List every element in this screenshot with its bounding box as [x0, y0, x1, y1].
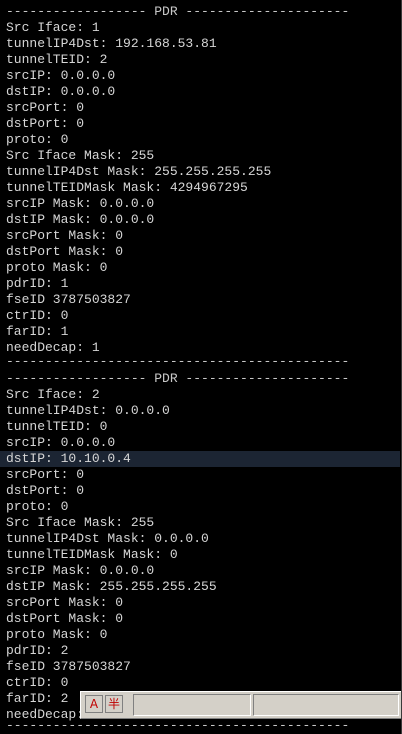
- terminal-line: srcPort: 0: [6, 467, 85, 482]
- terminal-line: tunnelTEIDMask Mask: 4294967295: [6, 180, 248, 195]
- terminal-line: tunnelIP4Dst Mask: 255.255.255.255: [6, 164, 272, 179]
- ime-slot[interactable]: [133, 694, 251, 716]
- terminal-line: dstPort Mask: 0: [6, 611, 124, 626]
- terminal-line: proto Mask: 0: [6, 627, 108, 642]
- terminal-line: Src Iface: 1: [6, 20, 100, 35]
- terminal-line: farID: 1: [6, 324, 69, 339]
- terminal-line: dstPort Mask: 0: [6, 244, 124, 259]
- terminal-line: Src Iface Mask: 255: [6, 148, 155, 163]
- terminal-line: fseID 3787503827: [6, 659, 131, 674]
- terminal-line: tunnelIP4Dst: 192.168.53.81: [6, 36, 217, 51]
- terminal-line: proto: 0: [6, 132, 69, 147]
- ime-toolbar[interactable]: A 半: [80, 691, 401, 719]
- terminal-line: srcPort Mask: 0: [6, 595, 124, 610]
- terminal-line: srcIP: 0.0.0.0: [6, 68, 116, 83]
- terminal-line: srcIP Mask: 0.0.0.0: [6, 196, 155, 211]
- highlighted-line: dstIP: 10.10.0.4: [0, 451, 400, 467]
- terminal-line: tunnelTEIDMask Mask: 0: [6, 547, 178, 562]
- terminal-line: dstIP: 0.0.0.0: [6, 84, 116, 99]
- terminal-line: farID: 2: [6, 691, 69, 706]
- terminal-line: srcIP Mask: 0.0.0.0: [6, 563, 155, 578]
- terminal-line: dstPort: 0: [6, 483, 85, 498]
- terminal-window[interactable]: ------------------ PDR -----------------…: [0, 0, 402, 734]
- terminal-line: Src Iface: 2: [6, 387, 100, 402]
- terminal-line: ctrID: 0: [6, 675, 69, 690]
- terminal-line: proto Mask: 0: [6, 260, 108, 275]
- ime-slot[interactable]: [253, 694, 399, 716]
- terminal-line: tunnelIP4Dst Mask: 0.0.0.0: [6, 531, 209, 546]
- pdr-footer-2: ----------------------------------------…: [6, 718, 350, 733]
- terminal-line: srcPort: 0: [6, 100, 85, 115]
- terminal-line: pdrID: 2: [6, 643, 69, 658]
- terminal-line: srcIP: 0.0.0.0: [6, 435, 116, 450]
- terminal-line: Src Iface Mask: 255: [6, 515, 155, 530]
- terminal-line: proto: 0: [6, 499, 69, 514]
- pdr-header-1: ------------------ PDR -----------------…: [6, 4, 350, 19]
- terminal-line: tunnelTEID: 2: [6, 52, 108, 67]
- half-width-icon[interactable]: 半: [105, 695, 123, 713]
- pdr-footer-1: ----------------------------------------…: [6, 354, 350, 369]
- ime-mode-icon[interactable]: A: [85, 695, 103, 713]
- terminal-line: fseID 3787503827: [6, 292, 131, 307]
- terminal-line: srcPort Mask: 0: [6, 228, 124, 243]
- terminal-line: tunnelTEID: 0: [6, 419, 108, 434]
- pdr-header-2: ------------------ PDR -----------------…: [6, 371, 350, 386]
- terminal-line: ctrID: 0: [6, 308, 69, 323]
- terminal-line: tunnelIP4Dst: 0.0.0.0: [6, 403, 170, 418]
- terminal-line: dstIP Mask: 0.0.0.0: [6, 212, 155, 227]
- terminal-line: dstIP Mask: 255.255.255.255: [6, 579, 217, 594]
- terminal-line: dstPort: 0: [6, 116, 85, 131]
- terminal-line: pdrID: 1: [6, 276, 69, 291]
